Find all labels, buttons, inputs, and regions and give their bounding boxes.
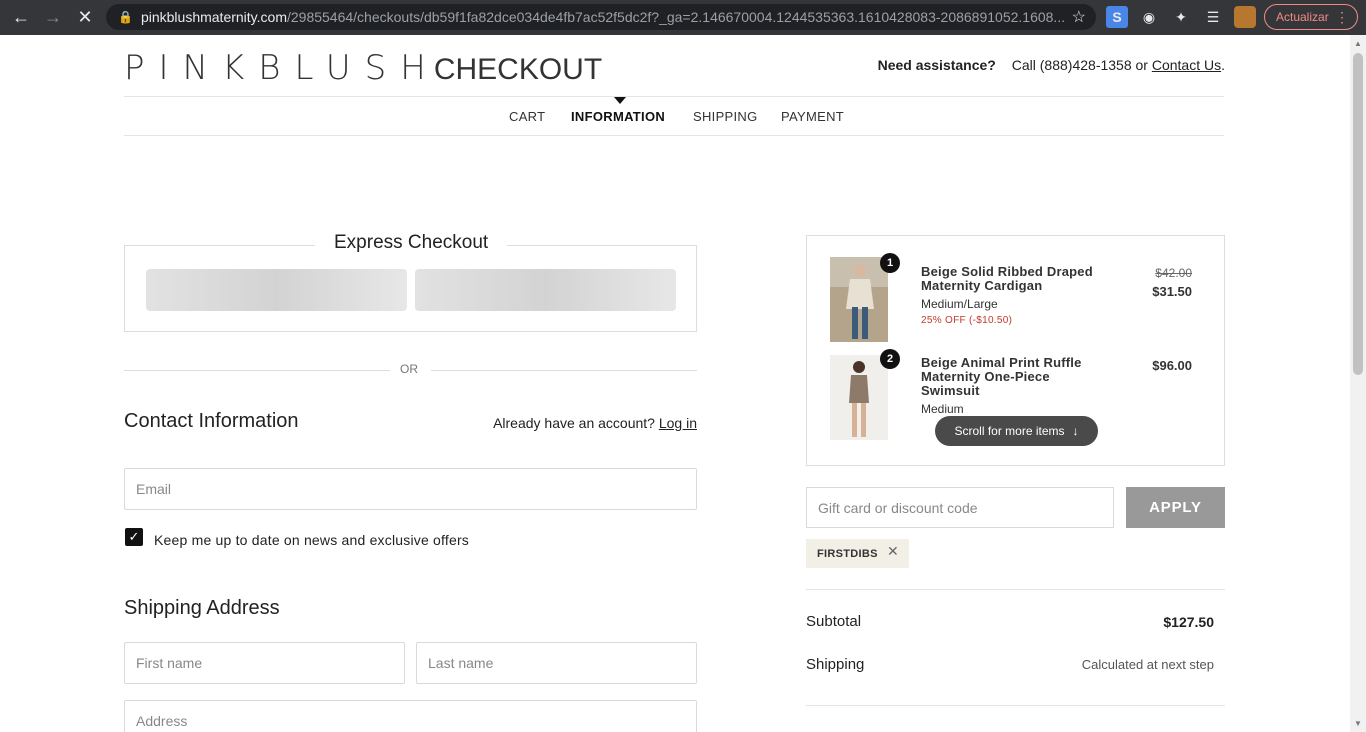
or-line-left: [124, 370, 390, 371]
item-price: $31.50: [1152, 284, 1192, 299]
last-name-field[interactable]: Last name: [416, 642, 697, 684]
express-pay-button-2[interactable]: [415, 269, 676, 311]
shipping-value: Calculated at next step: [1081, 657, 1214, 672]
back-icon[interactable]: ←: [6, 2, 36, 32]
step-payment[interactable]: PAYMENT: [781, 109, 844, 124]
step-shipping[interactable]: SHIPPING: [693, 109, 758, 124]
profile-avatar-icon[interactable]: [1234, 6, 1256, 28]
subtotal-label: Subtotal: [806, 613, 862, 630]
item-price: $96.00: [1152, 358, 1192, 373]
summary-divider: [806, 705, 1225, 706]
account-prompt: Already have an account? Log in: [493, 415, 697, 431]
item-quantity-badge: 1: [880, 253, 900, 273]
express-checkout: Express Checkout: [124, 232, 697, 332]
step-information[interactable]: INFORMATION: [571, 109, 665, 124]
item-variant: Medium/Large: [921, 297, 998, 311]
checkout-page: PINKBLUSH CHECKOUT Need assistance? Call…: [0, 35, 1350, 732]
item-quantity-badge: 2: [880, 349, 900, 369]
assistance: Need assistance? Call (888)428-1358 or C…: [878, 57, 1225, 73]
assist-label: Need assistance?: [877, 57, 996, 73]
discount-code-input[interactable]: Gift card or discount code: [806, 487, 1114, 528]
scroll-up-icon[interactable]: ▲: [1354, 39, 1362, 48]
item-name: Beige Solid Ribbed Draped Maternity Card…: [921, 264, 1093, 293]
or-line-right: [431, 370, 697, 371]
email-field[interactable]: Email: [124, 468, 697, 510]
address-bar[interactable]: 🔒 pinkblushmaternity.com /29855464/check…: [106, 4, 1096, 30]
reading-list-icon[interactable]: ☰: [1202, 6, 1224, 28]
extensions-puzzle-icon[interactable]: ✦: [1170, 6, 1192, 28]
product-image: [830, 257, 888, 342]
login-link[interactable]: Log in: [659, 415, 697, 431]
discount-tag: FIRSTDIBS ✕: [806, 539, 909, 568]
stop-loading-icon[interactable]: ✕: [70, 2, 100, 32]
extension-s-icon[interactable]: S: [1106, 6, 1128, 28]
item-name: Beige Animal Print Ruffle Maternity One-…: [921, 355, 1082, 398]
item-variant: Medium: [921, 402, 964, 416]
discount-tag-label: FIRSTDIBS: [817, 547, 878, 560]
logo[interactable]: PINKBLUSH CHECKOUT: [124, 48, 602, 88]
more-menu-icon[interactable]: ⋮: [1335, 9, 1349, 26]
account-text: Already have an account?: [493, 415, 655, 431]
url-host: pinkblushmaternity.com: [140, 9, 287, 25]
item-original-price: $42.00: [1155, 266, 1192, 280]
logo-section: CHECKOUT: [433, 53, 603, 86]
browser-toolbar: ← → ✕ 🔒 pinkblushmaternity.com /29855464…: [0, 0, 1366, 35]
scrollbar-thumb[interactable]: [1353, 53, 1363, 375]
update-label: Actualizar: [1276, 10, 1329, 24]
or-text: OR: [400, 362, 418, 376]
cart-item: 1 Beige Solid Ribbed Draped Maternity Ca…: [830, 253, 1210, 347]
scroll-more-items-button[interactable]: Scroll for more items ↓: [935, 416, 1098, 446]
contact-us-link[interactable]: Contact Us: [1152, 57, 1221, 73]
url-path: /29855464/checkouts/db59f1fa82dce034de4f…: [286, 9, 1066, 25]
bookmark-star-icon[interactable]: ☆: [1072, 7, 1086, 27]
summary-divider: [806, 589, 1225, 590]
scroll-down-icon[interactable]: ▼: [1354, 719, 1362, 728]
product-image: [830, 355, 888, 440]
active-step-marker-icon: [614, 97, 626, 104]
item-discount: 25% OFF (-$10.50): [921, 315, 1013, 326]
logo-brand: PINKBLUSH: [124, 48, 440, 88]
lock-icon: 🔒: [118, 10, 133, 24]
scroll-more-label: Scroll for more items: [954, 424, 1065, 438]
express-pay-button-1[interactable]: [146, 269, 407, 311]
assist-text: Call (888)428-1358 or: [1011, 57, 1148, 73]
newsletter-checkbox[interactable]: ✓: [125, 528, 143, 546]
extension-g-icon[interactable]: ◉: [1138, 6, 1160, 28]
checkout-steps: CART INFORMATION SHIPPING PAYMENT: [124, 96, 1224, 136]
express-checkout-title: Express Checkout: [315, 232, 508, 254]
order-summary: 1 Beige Solid Ribbed Draped Maternity Ca…: [806, 235, 1225, 466]
shipping-address-title: Shipping Address: [124, 597, 280, 619]
update-button[interactable]: Actualizar ⋮: [1264, 4, 1358, 30]
address-field[interactable]: Address: [124, 700, 697, 732]
contact-information-title: Contact Information: [124, 410, 299, 432]
remove-discount-icon[interactable]: ✕: [887, 543, 899, 560]
page-scrollbar[interactable]: ▲ ▼: [1350, 35, 1366, 732]
or-divider: OR: [124, 360, 697, 380]
assist-period: .: [1221, 57, 1225, 73]
arrow-down-icon: ↓: [1072, 424, 1079, 438]
forward-icon[interactable]: →: [38, 2, 68, 32]
apply-discount-button[interactable]: APPLY: [1126, 487, 1225, 528]
subtotal-value: $127.50: [1163, 614, 1214, 630]
shipping-label: Shipping: [806, 656, 865, 673]
first-name-field[interactable]: First name: [124, 642, 405, 684]
newsletter-label: Keep me up to date on news and exclusive…: [154, 532, 470, 548]
step-cart[interactable]: CART: [509, 109, 545, 124]
